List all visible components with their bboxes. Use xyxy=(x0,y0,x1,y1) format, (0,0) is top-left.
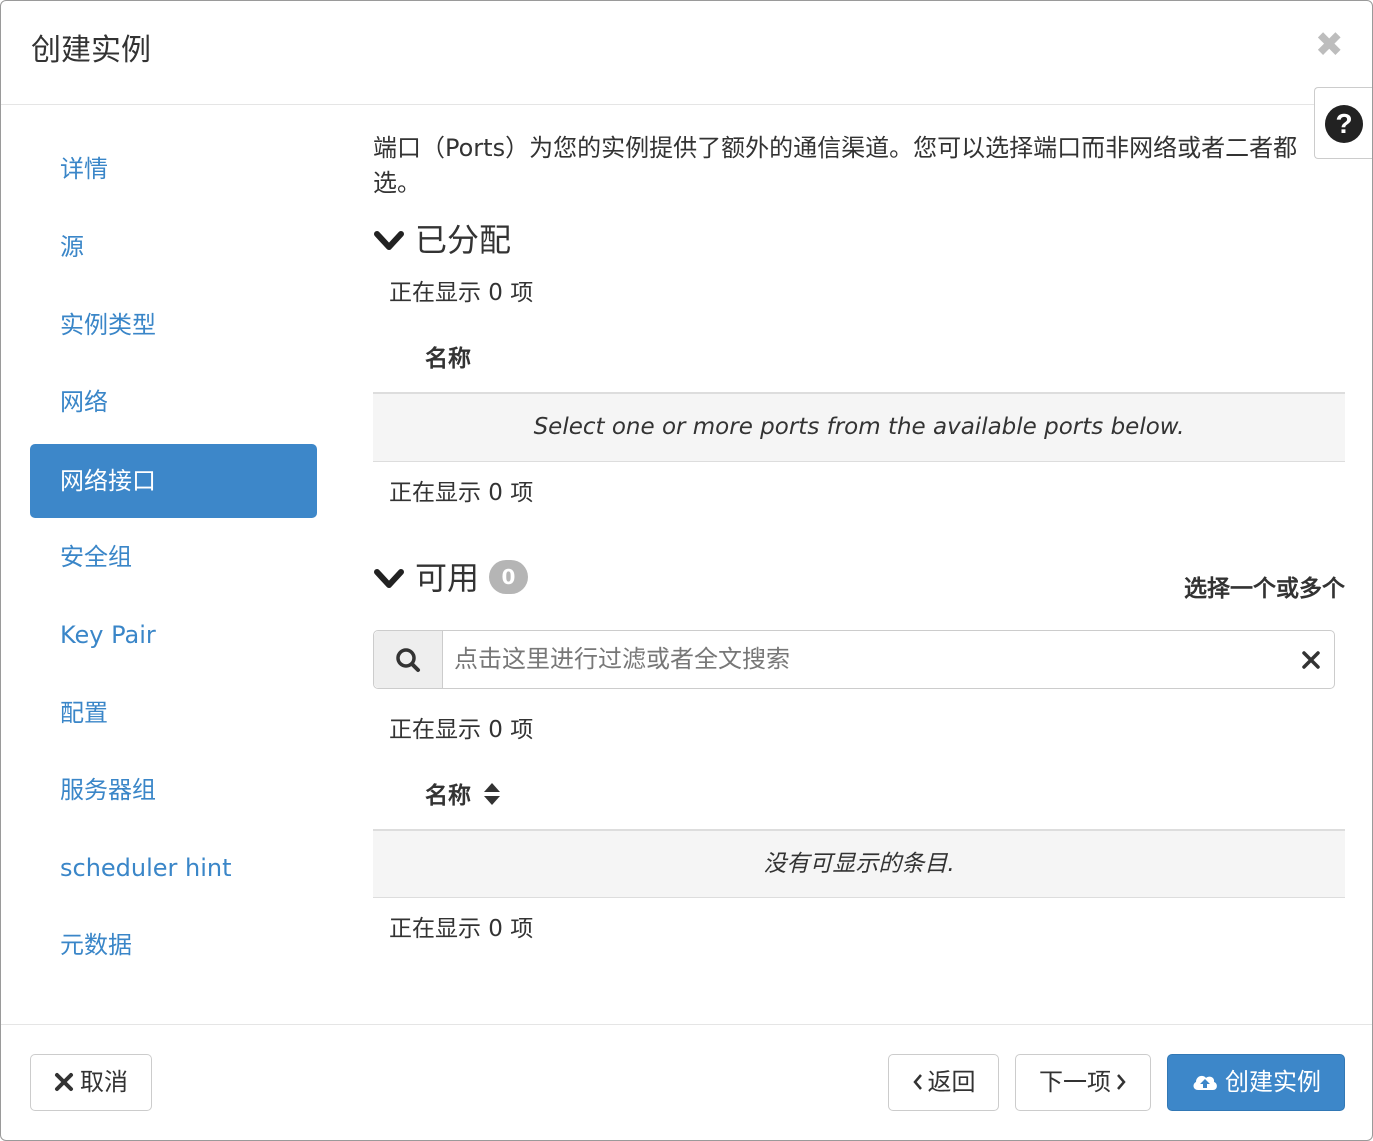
next-button[interactable]: 下一项 xyxy=(1015,1054,1151,1111)
available-count-top: 正在显示 0 项 xyxy=(389,717,534,743)
allocated-section-header[interactable]: 已分配 xyxy=(373,220,511,260)
allocated-title: 已分配 xyxy=(415,221,512,259)
sidebar-item-metadata[interactable]: 元数据 xyxy=(30,908,317,982)
available-empty-row: 没有可显示的条目. xyxy=(373,831,1345,898)
search-input[interactable]: 点击这里进行过滤或者全文搜索 xyxy=(454,631,790,688)
back-button[interactable]: 返回 xyxy=(888,1054,999,1111)
chevron-down-icon xyxy=(374,569,404,588)
allocated-column-name: 名称 xyxy=(425,346,471,372)
available-column-name-header[interactable]: 名称 xyxy=(425,781,501,811)
help-button[interactable]: ? xyxy=(1314,87,1372,159)
chevron-right-icon xyxy=(1117,1074,1126,1090)
create-instance-dialog: 创建实例 ✖ ? 详情 源 实例类型 网络 网络接口 安全组 Key Pair … xyxy=(0,0,1373,1141)
sidebar-item-networks[interactable]: 网络 xyxy=(30,365,317,439)
sidebar-item-flavor[interactable]: 实例类型 xyxy=(30,288,317,362)
sidebar-item-key-pair[interactable]: Key Pair xyxy=(30,598,317,672)
chevron-down-icon xyxy=(374,231,404,250)
allocated-count-top: 正在显示 0 项 xyxy=(389,280,534,306)
sidebar-item-details[interactable]: 详情 xyxy=(30,132,317,206)
sidebar-item-server-groups[interactable]: 服务器组 xyxy=(30,753,317,827)
available-count-bottom: 正在显示 0 项 xyxy=(389,916,534,942)
sidebar-item-configuration[interactable]: 配置 xyxy=(30,676,317,750)
select-hint: 选择一个或多个 xyxy=(1184,576,1345,602)
search-icon xyxy=(396,648,420,672)
available-count-badge: 0 xyxy=(489,560,529,594)
cancel-button[interactable]: 取消 xyxy=(30,1054,152,1111)
cloud-upload-icon xyxy=(1193,1075,1217,1090)
chevron-left-icon xyxy=(912,1074,922,1090)
cancel-label: 取消 xyxy=(80,1068,128,1096)
allocated-count-bottom: 正在显示 0 项 xyxy=(389,480,534,506)
close-icon[interactable]: ✖ xyxy=(1315,25,1344,65)
dialog-header: 创建实例 ✖ xyxy=(1,1,1372,105)
sidebar-item-scheduler-hint[interactable]: scheduler hint xyxy=(30,831,317,905)
back-label: 返回 xyxy=(927,1068,976,1096)
dialog-title: 创建实例 xyxy=(31,33,151,68)
available-section-header[interactable]: 可用 0 xyxy=(373,558,529,598)
sidebar-item-security-groups[interactable]: 安全组 xyxy=(30,520,317,594)
help-icon: ? xyxy=(1325,105,1363,143)
create-instance-button[interactable]: 创建实例 xyxy=(1167,1054,1345,1111)
ports-description: 端口（Ports）为您的实例提供了额外的通信渠道。您可以选择端口而非网络或者二者… xyxy=(373,134,1298,197)
footer-divider xyxy=(1,1024,1372,1025)
filter-search-box[interactable]: 点击这里进行过滤或者全文搜索 xyxy=(373,630,1335,689)
available-title: 可用 xyxy=(415,559,480,597)
next-label: 下一项 xyxy=(1039,1068,1111,1096)
sidebar-item-source[interactable]: 源 xyxy=(30,210,317,284)
sidebar-item-network-ports[interactable]: 网络接口 xyxy=(30,444,317,518)
clear-icon[interactable] xyxy=(1302,647,1320,680)
search-addon xyxy=(374,631,443,688)
sort-icon xyxy=(484,783,501,805)
create-label: 创建实例 xyxy=(1225,1068,1321,1096)
allocated-empty-row: Select one or more ports from the availa… xyxy=(373,394,1345,462)
times-icon xyxy=(55,1073,73,1091)
available-column-name: 名称 xyxy=(425,783,471,809)
